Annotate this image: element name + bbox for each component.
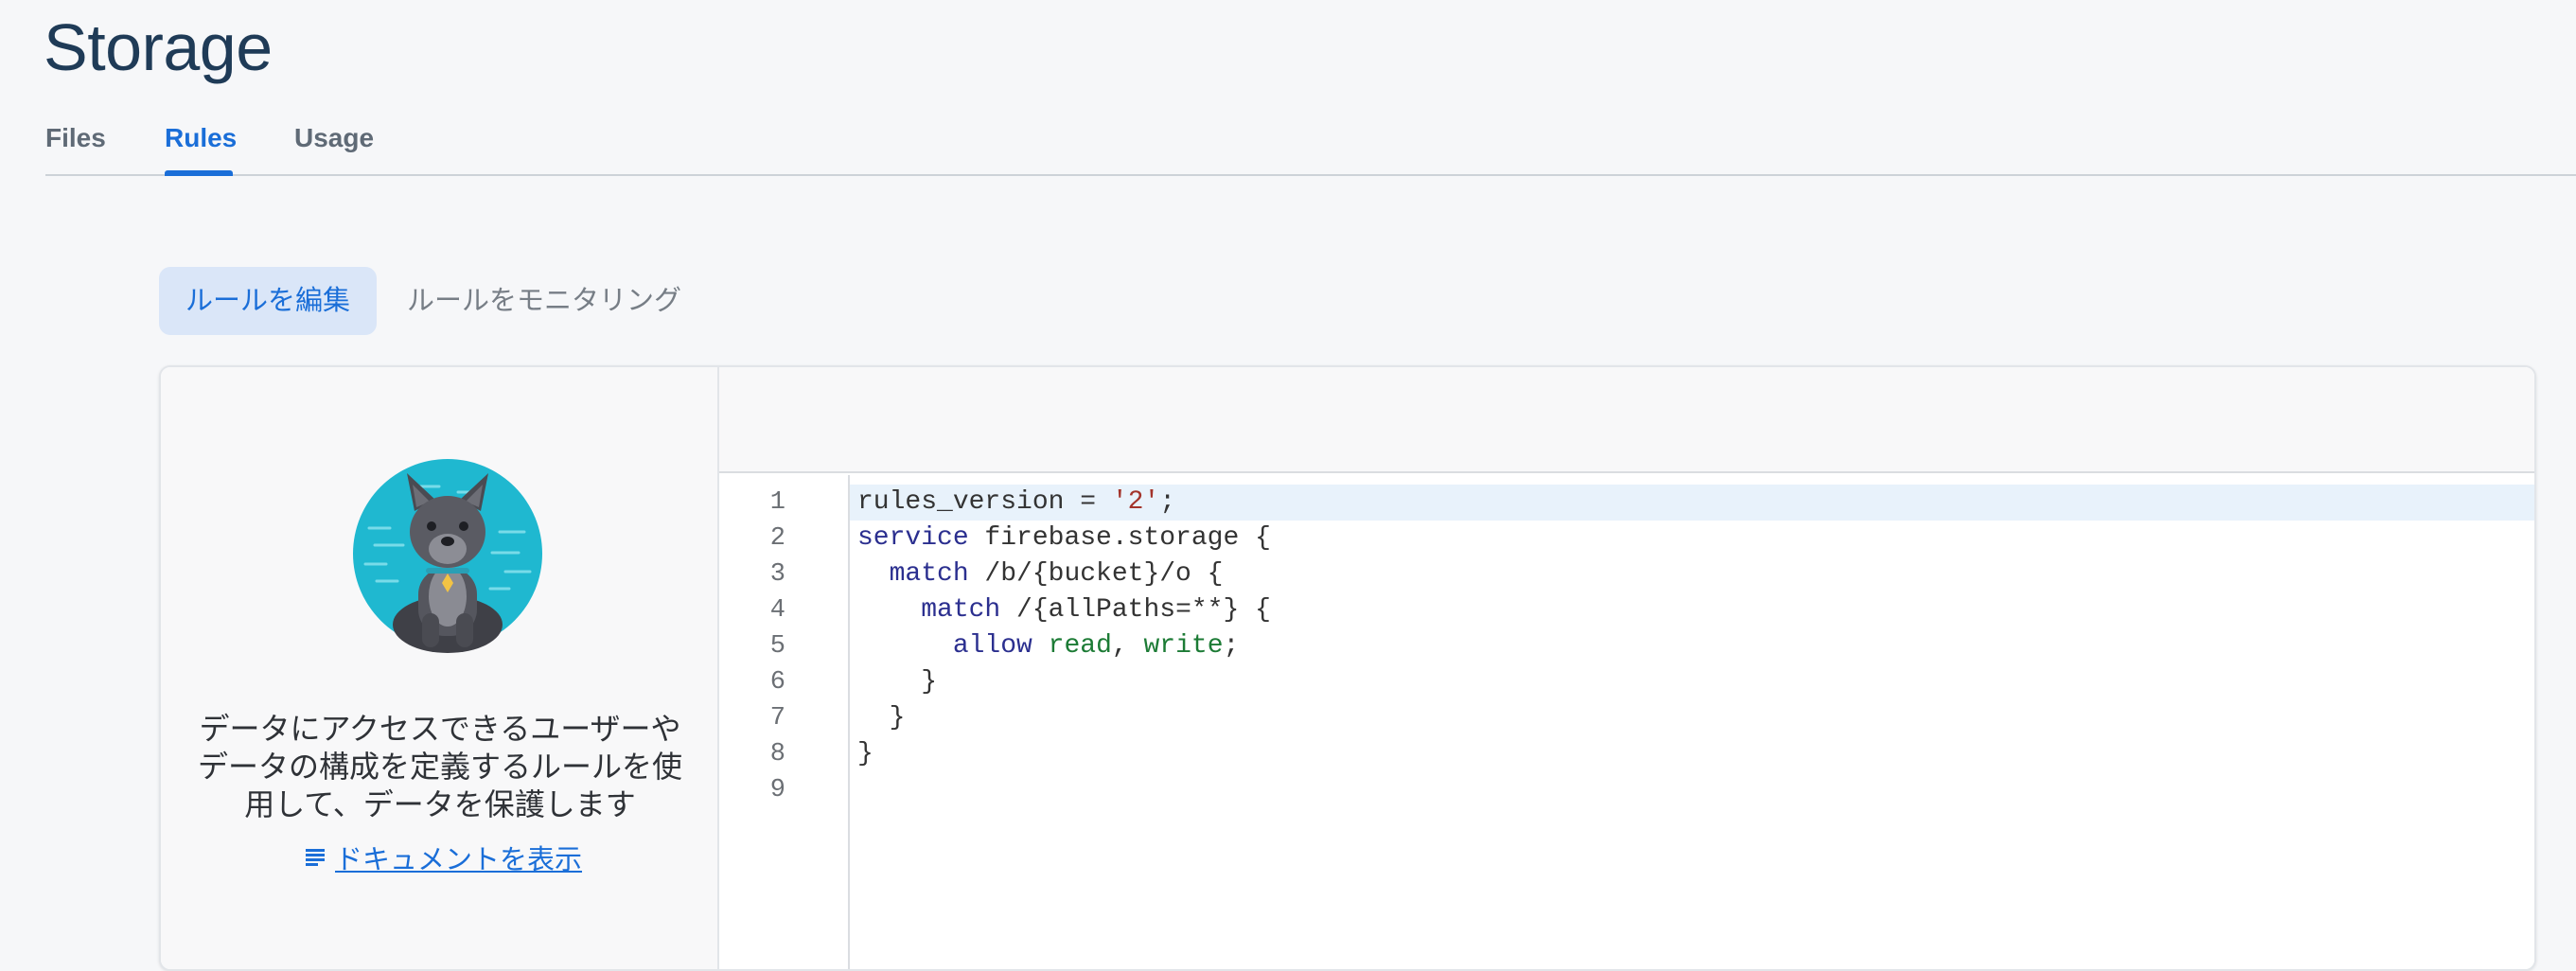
rules-card: データにアクセスできるユーザーや データの構成を定義するルールを使 用して、デー… xyxy=(159,365,2536,971)
rules-editor[interactable]: 123456789 rules_version = '2'; service fi… xyxy=(719,367,2534,969)
code-token: match xyxy=(889,559,969,589)
code-token: rules_version = xyxy=(857,487,1112,517)
page-title: Storage xyxy=(44,10,273,84)
code-token: ; xyxy=(1159,487,1176,517)
firebase-dog-mascot-icon xyxy=(353,459,542,653)
editor-toolbar xyxy=(719,367,2534,473)
code-token: } xyxy=(857,703,906,733)
code-token: ; xyxy=(1223,631,1240,661)
code-token: allow xyxy=(952,631,1032,661)
code-token: , xyxy=(1111,631,1144,661)
tab-usage[interactable]: Usage xyxy=(294,121,374,155)
active-tab-indicator xyxy=(165,170,233,176)
code-token: /{allPaths=**} { xyxy=(1000,595,1271,625)
code-token: /b/{bucket}/o { xyxy=(968,559,1224,589)
line-number-gutter: 1 2 3 4 5 6 7 8 9 xyxy=(719,475,850,969)
subtab-monitor-rules[interactable]: ルールをモニタリング xyxy=(407,267,681,335)
code-line[interactable]: match /{allPaths=**} { xyxy=(850,592,2534,628)
line-number: 6 xyxy=(769,668,785,697)
subtab-edit-rules[interactable]: ルールを編集 xyxy=(159,267,377,335)
tab-rules[interactable]: Rules xyxy=(165,121,237,155)
code-line[interactable]: rules_version = '2'; xyxy=(850,485,2534,521)
code-line[interactable]: } xyxy=(850,700,2534,736)
code-line[interactable]: allow read, write; xyxy=(850,628,2534,664)
code-token: service xyxy=(857,523,969,553)
line-number: 9 xyxy=(769,776,785,804)
info-panel: データにアクセスできるユーザーや データの構成を定義するルールを使 用して、デー… xyxy=(161,367,719,969)
code-token: write xyxy=(1143,631,1224,661)
code-line[interactable]: } xyxy=(850,664,2534,700)
line-number: 2 xyxy=(769,524,785,553)
rules-description: データにアクセスできるユーザーや データの構成を定義するルールを使 用して、デー… xyxy=(180,710,700,823)
line-number: 8 xyxy=(769,740,785,768)
line-number: 4 xyxy=(769,596,785,625)
description-line: データにアクセスできるユーザーや xyxy=(199,712,681,746)
view-docs-link-label[interactable]: ドキュメントを表示 xyxy=(335,838,582,877)
document-lines-icon xyxy=(306,849,325,866)
description-line: 用して、データを保護します xyxy=(244,787,636,821)
line-number: 3 xyxy=(769,560,785,589)
code-token: } xyxy=(857,739,873,768)
line-number: 7 xyxy=(769,704,785,733)
code-token: read xyxy=(1048,631,1112,661)
view-docs-link[interactable]: ドキュメントを表示 xyxy=(305,839,582,876)
code-token: '2' xyxy=(1111,487,1160,517)
line-number: 1 xyxy=(769,488,785,517)
tab-files[interactable]: Files xyxy=(45,121,106,155)
code-line[interactable] xyxy=(850,772,2534,808)
code-token: } xyxy=(857,667,938,697)
code-area[interactable]: rules_version = '2'; service firebase.sto… xyxy=(850,475,2534,969)
code-token: match xyxy=(921,595,1001,625)
description-line: データの構成を定義するルールを使 xyxy=(197,750,682,784)
main-tabs: Files Rules Usage xyxy=(45,114,2576,176)
code-line[interactable]: service firebase.storage { xyxy=(850,521,2534,556)
code-line[interactable]: match /b/{bucket}/o { xyxy=(850,556,2534,592)
code-token: firebase.storage { xyxy=(968,523,1271,553)
code-line[interactable]: } xyxy=(850,736,2534,772)
line-number: 5 xyxy=(769,632,785,661)
